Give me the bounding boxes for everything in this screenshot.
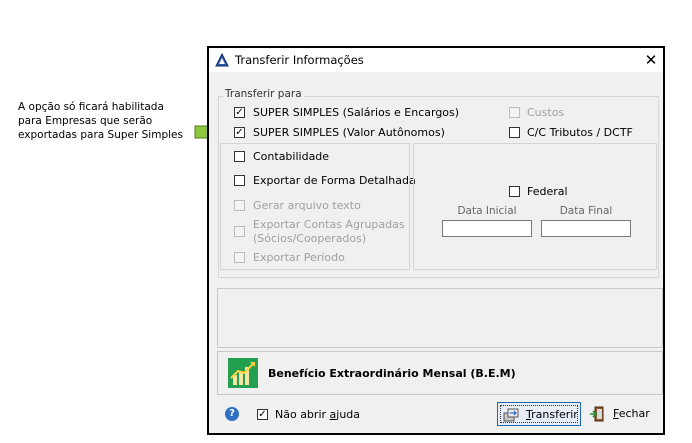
- super-simples-salarios-label: SUPER SIMPLES (Salários e Encargos): [253, 106, 460, 119]
- bem-panel[interactable]: Benefício Extraordinário Mensal (B.E.M): [217, 351, 663, 395]
- fechar-button[interactable]: Fechar: [587, 402, 651, 426]
- message-panel: [217, 288, 663, 348]
- gerar-texto-label: Gerar arquivo texto: [253, 199, 361, 212]
- help-icon[interactable]: ?: [225, 407, 239, 421]
- transferir-dialog: Transferir Informações ✕ Transferir para…: [207, 46, 665, 435]
- cc-tributos-checkbox[interactable]: [509, 127, 520, 138]
- annotation-text: A opção só ficará habilitada para Empres…: [18, 101, 183, 141]
- data-final-input[interactable]: [541, 220, 631, 237]
- data-final-label: Data Final: [559, 205, 613, 217]
- contabilidade-checkbox[interactable]: [234, 151, 245, 162]
- custos-label: Custos: [527, 106, 565, 119]
- exportar-periodo-label: Exportar Período: [253, 251, 345, 264]
- transferir-label: Transferir: [526, 408, 578, 421]
- fechar-label: Fechar: [613, 407, 650, 420]
- data-inicial-label: Data Inicial: [457, 205, 517, 217]
- close-button[interactable]: ✕: [641, 50, 661, 70]
- transfer-icon: [503, 408, 519, 422]
- bem-chart-icon: [228, 358, 258, 388]
- exportar-detalhada-checkbox[interactable]: [234, 175, 245, 186]
- transferir-button[interactable]: Transferir: [497, 402, 581, 426]
- title-bar: Transferir Informações ✕: [209, 48, 663, 72]
- exportar-contas-label: Exportar Contas Agrupadas (Sócios/Cooper…: [253, 218, 405, 245]
- gerar-texto-checkbox: [234, 200, 245, 211]
- cc-tributos-label: C/C Tributos / DCTF: [527, 126, 633, 139]
- super-simples-salarios-checkbox[interactable]: ✓: [234, 107, 245, 118]
- window-title: Transferir Informações: [235, 53, 364, 67]
- custos-checkbox: [509, 107, 520, 118]
- nao-abrir-ajuda-checkbox[interactable]: ✓: [257, 409, 268, 420]
- app-triangle-icon: [215, 53, 229, 67]
- transferir-para-legend: Transferir para: [223, 88, 304, 100]
- bem-label: Benefício Extraordinário Mensal (B.E.M): [268, 367, 516, 380]
- federal-checkbox[interactable]: [509, 186, 520, 197]
- data-inicial-input[interactable]: [442, 220, 532, 237]
- exportar-contas-checkbox: [234, 226, 245, 237]
- contabilidade-label: Contabilidade: [253, 150, 330, 163]
- exportar-detalhada-label: Exportar de Forma Detalhada: [253, 174, 416, 187]
- nao-abrir-ajuda-label: Não abrir ajuda: [275, 408, 361, 421]
- exportar-periodo-checkbox: [234, 252, 245, 263]
- super-simples-valor-checkbox[interactable]: ✓: [234, 127, 245, 138]
- federal-label: Federal: [527, 185, 568, 198]
- exit-door-icon: [590, 406, 604, 422]
- super-simples-valor-label: SUPER SIMPLES (Valor Autônomos): [253, 126, 445, 139]
